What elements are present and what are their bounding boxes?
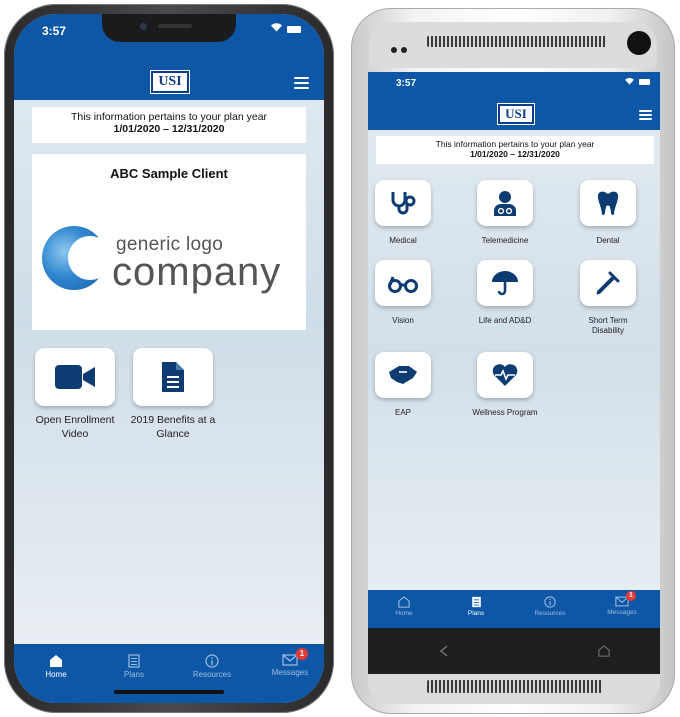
client-card: ABC Sample Client generic logo company <box>32 154 306 330</box>
home-outline-icon[interactable] <box>598 645 610 657</box>
status-time: 3:57 <box>396 78 417 89</box>
stethoscope-icon <box>391 192 416 215</box>
tile-label: Wellness Program <box>472 408 538 417</box>
wellness-program-tile[interactable] <box>477 352 533 398</box>
hamburger-menu-icon[interactable] <box>294 77 309 89</box>
tab-plans[interactable]: Plans <box>106 654 162 679</box>
vision-tile[interactable] <box>375 260 431 306</box>
tab-home[interactable]: Home <box>376 596 432 617</box>
plan-year-notice: This information pertains to your plan y… <box>376 136 654 164</box>
message-count-badge: 1 <box>296 648 308 660</box>
handshake-icon <box>389 366 417 384</box>
life-add-tile[interactable] <box>477 260 533 306</box>
sensor-dots <box>391 40 411 58</box>
doctor-icon <box>494 191 516 216</box>
front-camera <box>140 23 147 30</box>
tile-label: Dental <box>596 236 620 245</box>
video-camera-icon <box>55 365 95 389</box>
heartbeat-icon <box>492 364 518 386</box>
dental-tile[interactable] <box>580 180 636 226</box>
home-icon <box>398 596 410 608</box>
home-icon <box>50 655 62 667</box>
tab-messages[interactable]: Messages 1 <box>594 591 650 616</box>
tab-home[interactable]: Home <box>28 654 84 679</box>
tab-messages[interactable]: Messages 1 <box>262 648 318 677</box>
bottom-speaker-grille <box>427 680 603 693</box>
usi-logo: USI <box>498 104 534 124</box>
tab-plans[interactable]: Plans <box>448 596 504 617</box>
android-device: 3:57 USI This information pertains to yo… <box>351 8 675 714</box>
tile-label: Life and AD&D <box>478 316 532 325</box>
tab-resources[interactable]: Resources <box>184 654 240 679</box>
front-camera <box>627 31 651 55</box>
benefits-glance-tile[interactable] <box>133 348 213 406</box>
medical-tile[interactable] <box>375 180 431 226</box>
plan-notice-dates: 1/01/2020 – 12/31/2020 <box>113 123 225 135</box>
speaker <box>158 24 192 28</box>
status-time: 3:57 <box>42 24 67 38</box>
status-icons <box>624 76 650 88</box>
battery-icon <box>639 79 650 86</box>
plans-icon <box>128 654 140 668</box>
client-name: ABC Sample Client <box>110 166 228 181</box>
back-icon[interactable] <box>438 645 450 657</box>
tooth-icon <box>597 191 619 216</box>
wifi-icon <box>625 78 634 85</box>
document-icon <box>162 362 184 392</box>
iphone-device: 3:57 USI This information pertains to yo… <box>4 4 334 713</box>
wifi-icon <box>271 23 282 32</box>
battery-icon <box>287 25 301 33</box>
info-icon <box>205 654 219 668</box>
logo-text-large: company <box>112 250 282 294</box>
iphone-screen: 3:57 USI This information pertains to yo… <box>14 14 324 703</box>
earpiece-grille <box>427 36 607 47</box>
usi-logo: USI <box>151 71 189 93</box>
glasses-icon <box>388 276 418 293</box>
umbrella-icon <box>492 271 518 296</box>
android-screen: 3:57 USI This information pertains to yo… <box>368 72 660 628</box>
status-icons <box>270 22 301 35</box>
tab-resources[interactable]: Resources <box>522 596 578 617</box>
tile-label: Medical <box>389 236 417 245</box>
tab-bar: Home Plans Resources Messages 1 <box>14 644 324 703</box>
open-enrollment-video-tile[interactable] <box>35 348 115 406</box>
notch <box>102 14 236 42</box>
hamburger-menu-icon[interactable] <box>639 110 652 121</box>
plan-notice-line1: This information pertains to your plan y… <box>435 139 595 149</box>
plans-icon <box>471 596 481 608</box>
plan-notice-line1: This information pertains to your plan y… <box>70 111 268 123</box>
tab-bar: Home Plans Resources Messages 1 <box>368 590 660 628</box>
tile-label: Short Term Disability <box>588 316 628 336</box>
tile-label: 2019 Benefits at a Glance <box>130 414 216 440</box>
tile-label: Vision <box>392 316 414 325</box>
tile-label: Open Enrollment Video <box>35 414 115 440</box>
system-nav-bar <box>368 628 660 674</box>
crutch-icon <box>596 271 620 295</box>
tile-label: Telemedicine <box>481 236 529 245</box>
eap-tile[interactable] <box>375 352 431 398</box>
message-count-badge: 1 <box>626 591 636 601</box>
info-icon <box>544 596 556 608</box>
short-term-disability-tile[interactable] <box>580 260 636 306</box>
telemedicine-tile[interactable] <box>477 180 533 226</box>
plan-notice-dates: 1/01/2020 – 12/31/2020 <box>470 149 560 159</box>
tile-label: EAP <box>394 408 411 417</box>
plan-year-notice: This information pertains to your plan y… <box>32 107 306 143</box>
home-indicator <box>114 690 224 694</box>
